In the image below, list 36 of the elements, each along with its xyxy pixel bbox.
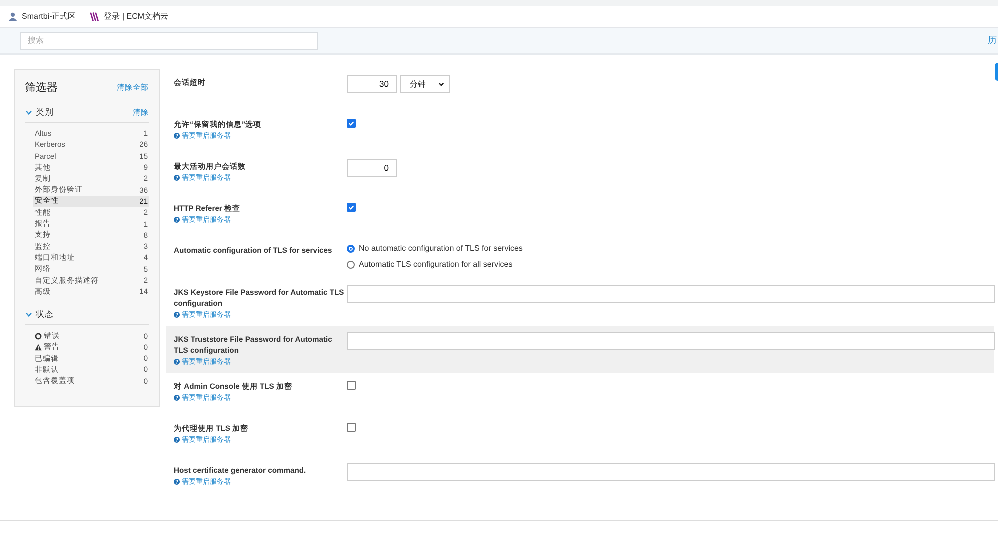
unit-dropdown[interactable]: 分钟 <box>400 75 450 93</box>
checkbox[interactable] <box>347 423 356 432</box>
bookmark-link[interactable]: 登录 | ECM文档云 <box>90 11 169 22</box>
checkbox[interactable] <box>347 203 356 212</box>
chevron-icon[interactable] <box>25 311 33 320</box>
help-icon <box>174 359 180 365</box>
help-icon <box>174 479 180 485</box>
help-icon <box>174 437 180 443</box>
side-tab[interactable] <box>995 63 998 81</box>
filter-title: 筛选器 <box>25 81 58 95</box>
stripes-logo-icon <box>90 12 100 22</box>
radio-option[interactable]: No automatic configuration of TLS for services <box>347 243 523 254</box>
help-icon <box>174 312 180 318</box>
text-field[interactable] <box>347 285 995 303</box>
radio-button[interactable] <box>347 260 355 268</box>
bookmark-link[interactable]: Smartbi-正式区 <box>8 11 76 22</box>
checkbox[interactable] <box>347 381 356 390</box>
group-title: 类别 <box>36 107 55 119</box>
radio-button[interactable] <box>347 244 355 252</box>
radio-option[interactable]: Automatic TLS configuration for all services <box>347 259 523 270</box>
warning-icon <box>35 344 42 351</box>
chevron-icon[interactable] <box>25 109 33 117</box>
number-field[interactable]: 30 <box>347 75 397 93</box>
person-icon <box>8 12 18 22</box>
caret-icon <box>438 80 445 88</box>
help-icon <box>174 133 180 139</box>
text-field[interactable] <box>347 463 995 481</box>
checkbox[interactable] <box>347 119 356 128</box>
group-title: 状态 <box>36 309 55 322</box>
text-field[interactable] <box>347 332 995 350</box>
help-icon <box>174 217 180 223</box>
error-circle-icon <box>35 332 42 340</box>
number-field[interactable]: 0 <box>347 159 397 177</box>
help-icon <box>174 175 180 181</box>
help-icon <box>174 395 180 401</box>
search-field[interactable]: 搜索 <box>20 32 318 50</box>
